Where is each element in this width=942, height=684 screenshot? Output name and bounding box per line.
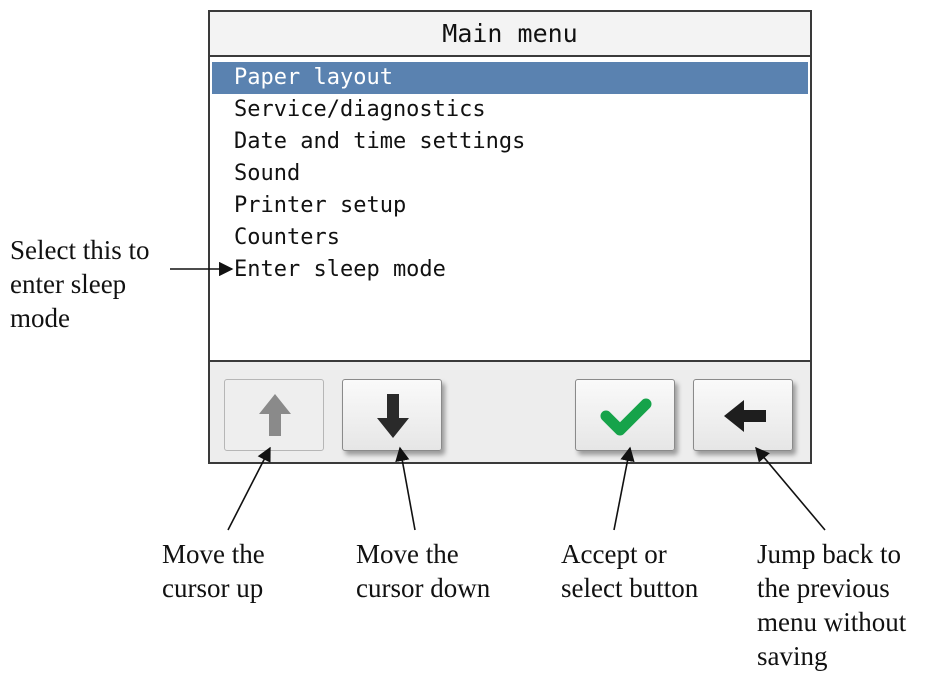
callout-line: Accept or: [561, 539, 667, 569]
back-callout: Jump back to the previous menu without s…: [757, 537, 906, 673]
callout-line: the previous: [757, 573, 890, 603]
arrow-left-icon: [724, 400, 766, 432]
cursor-up-callout: Move the cursor up: [162, 537, 265, 605]
callout-line: enter sleep: [10, 269, 127, 299]
menu-list: Paper layout Service/diagnostics Date an…: [210, 57, 810, 362]
screen-title: Main menu: [210, 12, 810, 57]
cursor-up-button[interactable]: [224, 379, 324, 451]
callout-line: mode: [10, 303, 70, 333]
callout-line: Jump back to: [757, 539, 901, 569]
cursor-down-callout: Move the cursor down: [356, 537, 490, 605]
menu-item-paper-layout[interactable]: Paper layout: [212, 62, 808, 94]
menu-item-enter-sleep-mode[interactable]: Enter sleep mode: [212, 254, 808, 286]
arrow-down-icon: [377, 394, 409, 438]
callout-line: select button: [561, 573, 699, 603]
menu-item-counters[interactable]: Counters: [212, 222, 808, 254]
callout-line: saving: [757, 641, 828, 671]
callout-line: Select this to: [10, 235, 150, 265]
accept-button[interactable]: [575, 379, 675, 451]
checkmark-icon: [600, 398, 652, 436]
callout-line: Move the: [162, 539, 265, 569]
callout-line: cursor down: [356, 573, 491, 603]
arrow-up-icon: [259, 394, 291, 436]
menu-item-printer-setup[interactable]: Printer setup: [212, 190, 808, 222]
menu-item-service-diagnostics[interactable]: Service/diagnostics: [212, 94, 808, 126]
callout-line: menu without: [757, 607, 907, 637]
sleep-mode-callout: Select this to enter sleep mode: [10, 233, 149, 335]
main-menu-screen: Main menu Paper layout Service/diagnosti…: [208, 10, 812, 464]
cursor-down-button[interactable]: [342, 379, 442, 451]
callout-line: cursor up: [162, 573, 264, 603]
callout-line: Move the: [356, 539, 459, 569]
menu-item-date-time-settings[interactable]: Date and time settings: [212, 126, 808, 158]
button-bar: [210, 362, 810, 462]
back-button[interactable]: [693, 379, 793, 451]
accept-callout: Accept or select button: [561, 537, 698, 605]
menu-item-sound[interactable]: Sound: [212, 158, 808, 190]
